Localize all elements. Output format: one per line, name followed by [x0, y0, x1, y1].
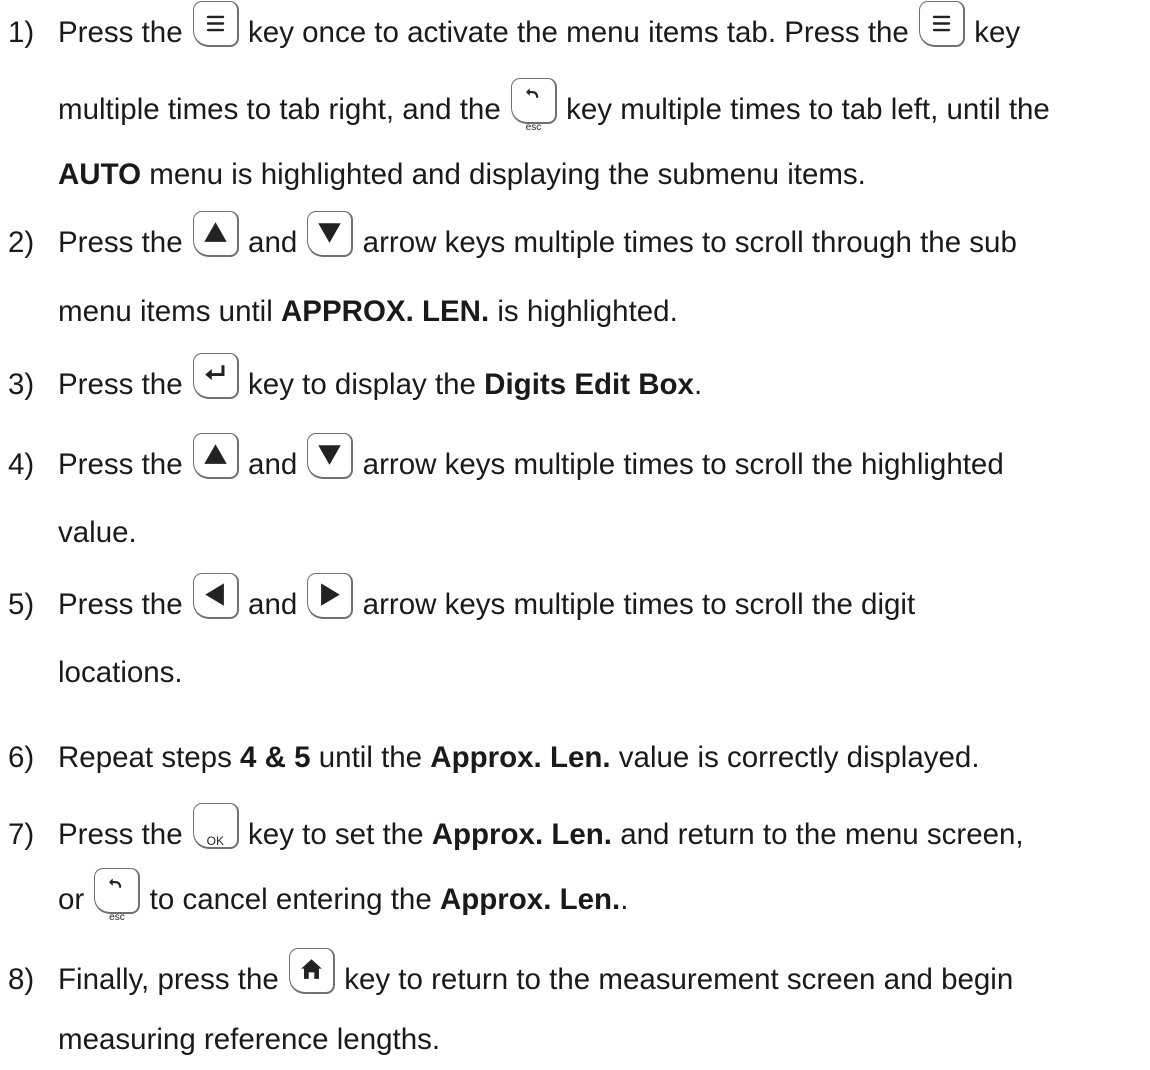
step-text: .: [693, 368, 703, 401]
right-arrow-key-icon: [307, 573, 354, 620]
home-key-icon: [289, 948, 335, 995]
step-text: arrow keys multiple times to scroll thro…: [362, 226, 1017, 259]
step-text: Press the: [58, 588, 183, 621]
step-text: Press the: [58, 818, 183, 851]
step-text: Repeat steps: [58, 741, 232, 774]
step-text: is highlighted.: [497, 295, 678, 328]
up-arrow-key-icon: [192, 433, 239, 480]
up-arrow-key-icon: [192, 211, 239, 258]
step-text: and: [248, 588, 298, 621]
bold-term: Approx. Len.: [430, 741, 611, 774]
step-text: key to display the: [248, 368, 476, 401]
step-text: to cancel entering the: [149, 883, 432, 916]
bold-term: Approx. Len.: [439, 883, 621, 916]
step-text: value is correctly displayed.: [618, 741, 980, 774]
bold-term: APPROX. LEN.: [281, 295, 490, 328]
step-text: value.: [58, 516, 137, 549]
bold-term: 4 & 5: [240, 741, 311, 774]
bold-term: Approx. Len.: [431, 818, 612, 851]
step-text: Press the: [58, 226, 183, 259]
step-text: key to return to the measurement screen …: [344, 963, 1014, 996]
menu-key-icon: [192, 1, 239, 48]
step-text: key once to activate the menu items tab.…: [248, 16, 909, 49]
esc-key-icon: esc: [510, 78, 557, 133]
bold-term: Digits Edit Box: [484, 368, 694, 401]
down-arrow-key-icon: [307, 211, 354, 258]
down-arrow-key-icon: [307, 433, 354, 480]
step-number: 4): [8, 448, 35, 481]
step-text: Press the: [58, 16, 183, 49]
step-text: multiple times to tab right, and the: [58, 93, 501, 126]
step-text: and: [248, 448, 298, 481]
step-text: .: [620, 883, 629, 916]
step-number: 8): [8, 963, 35, 996]
step-number: 5): [8, 588, 35, 621]
step-text: Press the: [58, 448, 183, 481]
step-text: and return to the menu screen,: [620, 818, 1024, 851]
step-text: arrow keys multiple times to scroll the …: [362, 448, 1004, 481]
step-text: menu items until: [58, 295, 273, 328]
step-text: Press the: [58, 368, 183, 401]
step-text: key multiple times to tab left, until th…: [566, 93, 1050, 126]
step-text: or: [58, 883, 85, 916]
step-text: locations.: [58, 656, 183, 689]
step-text: Finally, press the: [58, 963, 279, 996]
esc-key-icon: esc: [94, 868, 141, 923]
step-text: key: [974, 16, 1021, 49]
step-number: 2): [8, 226, 35, 259]
ok-key-icon: OK: [192, 803, 239, 850]
bold-term: AUTO: [58, 158, 142, 191]
step-text: measuring reference lengths.: [58, 1023, 441, 1056]
step-text: and: [248, 226, 298, 259]
step-text: arrow keys multiple times to scroll the …: [362, 588, 916, 621]
step-text: menu is highlighted and displaying the s…: [149, 158, 866, 191]
step-number: 6): [8, 741, 35, 774]
step-number: 7): [8, 818, 35, 851]
step-number: 3): [8, 368, 35, 401]
enter-key-icon: [192, 353, 239, 400]
menu-key-icon: [919, 1, 966, 48]
left-arrow-key-icon: [192, 573, 239, 620]
step-number: 1): [8, 16, 35, 49]
step-text: until the: [318, 741, 423, 774]
step-text: key to set the: [248, 818, 424, 851]
